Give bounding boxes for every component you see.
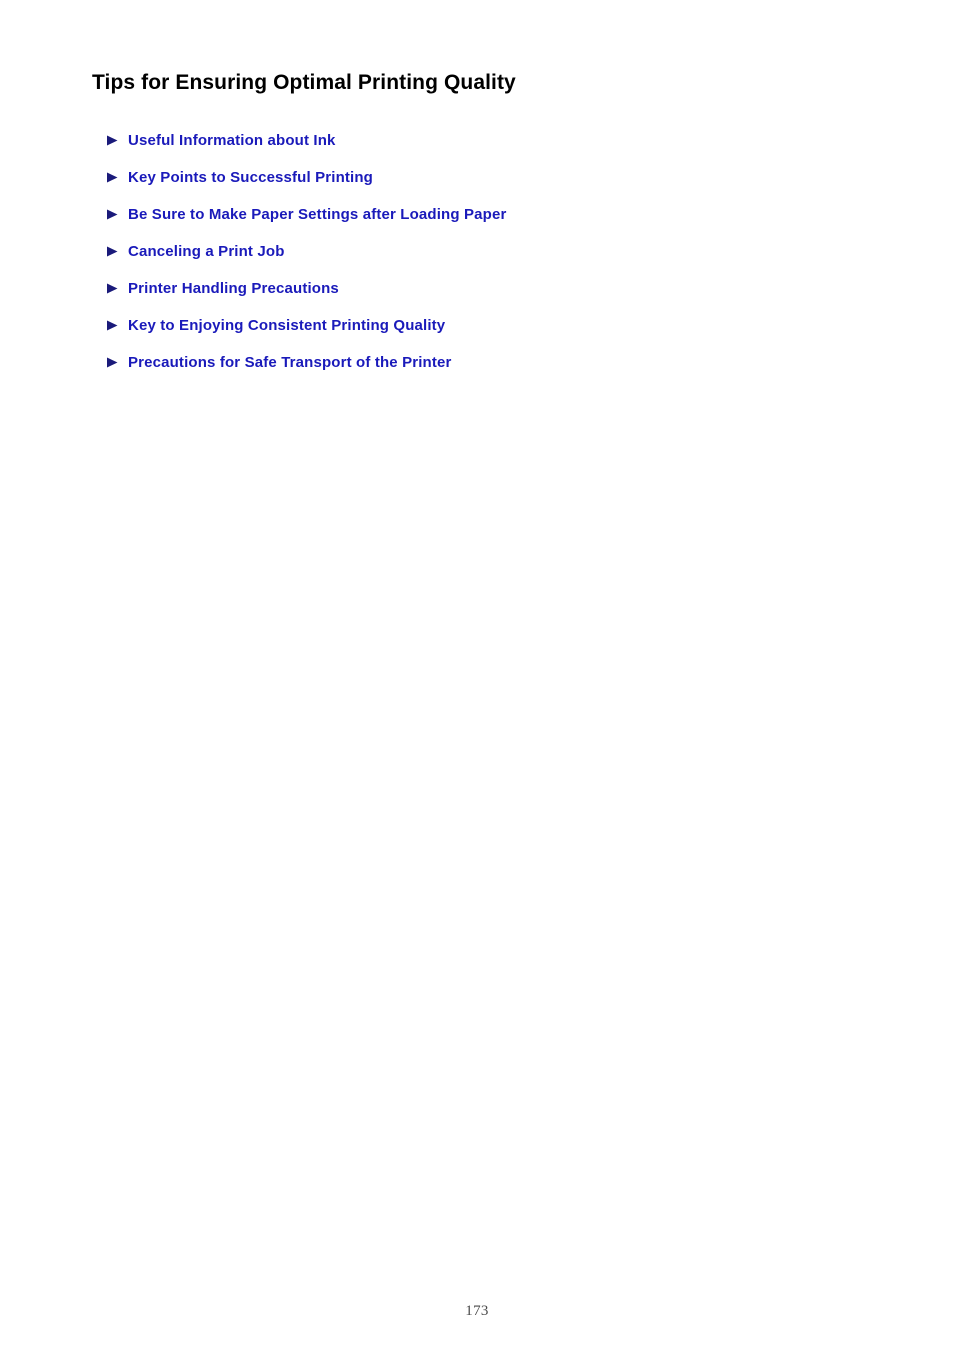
topic-link-label: Key Points to Successful Printing: [128, 168, 373, 186]
list-item: Printer Handling Precautions: [92, 271, 894, 308]
topic-link-printer-handling-precautions[interactable]: Printer Handling Precautions: [92, 280, 339, 298]
topic-link-label: Canceling a Print Job: [128, 242, 285, 260]
topic-link-key-points-to-successful-printing[interactable]: Key Points to Successful Printing: [92, 169, 373, 187]
topic-link-label: Printer Handling Precautions: [128, 279, 339, 297]
topic-link-canceling-a-print-job[interactable]: Canceling a Print Job: [92, 243, 285, 261]
list-item: Useful Information about Ink: [92, 123, 894, 160]
triangle-right-icon: [106, 320, 119, 331]
topic-link-label: Be Sure to Make Paper Settings after Loa…: [128, 205, 507, 223]
triangle-right-icon: [106, 357, 119, 368]
list-item: Precautions for Safe Transport of the Pr…: [92, 345, 894, 382]
topic-link-label: Key to Enjoying Consistent Printing Qual…: [128, 316, 446, 334]
list-item: Canceling a Print Job: [92, 234, 894, 271]
page-number: 173: [465, 1303, 489, 1319]
page-title: Tips for Ensuring Optimal Printing Quali…: [92, 71, 516, 94]
list-item: Be Sure to Make Paper Settings after Loa…: [92, 197, 894, 234]
triangle-right-icon: [106, 209, 119, 220]
topic-link-list: Useful Information about Ink Key Points …: [92, 123, 894, 382]
topic-link-key-to-enjoying-consistent-printing-quality[interactable]: Key to Enjoying Consistent Printing Qual…: [92, 317, 445, 335]
topic-link-useful-information-about-ink[interactable]: Useful Information about Ink: [92, 132, 336, 150]
topic-link-precautions-for-safe-transport-of-the-printer[interactable]: Precautions for Safe Transport of the Pr…: [92, 354, 451, 372]
list-item: Key Points to Successful Printing: [92, 160, 894, 197]
triangle-right-icon: [106, 246, 119, 257]
document-page: Tips for Ensuring Optimal Printing Quali…: [0, 0, 954, 1350]
triangle-right-icon: [106, 283, 119, 294]
topic-link-label: Precautions for Safe Transport of the Pr…: [128, 353, 452, 371]
topic-link-be-sure-to-make-paper-settings-after-loading-paper[interactable]: Be Sure to Make Paper Settings after Loa…: [92, 206, 506, 224]
topic-link-label: Useful Information about Ink: [128, 131, 336, 149]
triangle-right-icon: [106, 135, 119, 146]
page-content: Tips for Ensuring Optimal Printing Quali…: [92, 70, 894, 382]
list-item: Key to Enjoying Consistent Printing Qual…: [92, 308, 894, 345]
triangle-right-icon: [106, 172, 119, 183]
